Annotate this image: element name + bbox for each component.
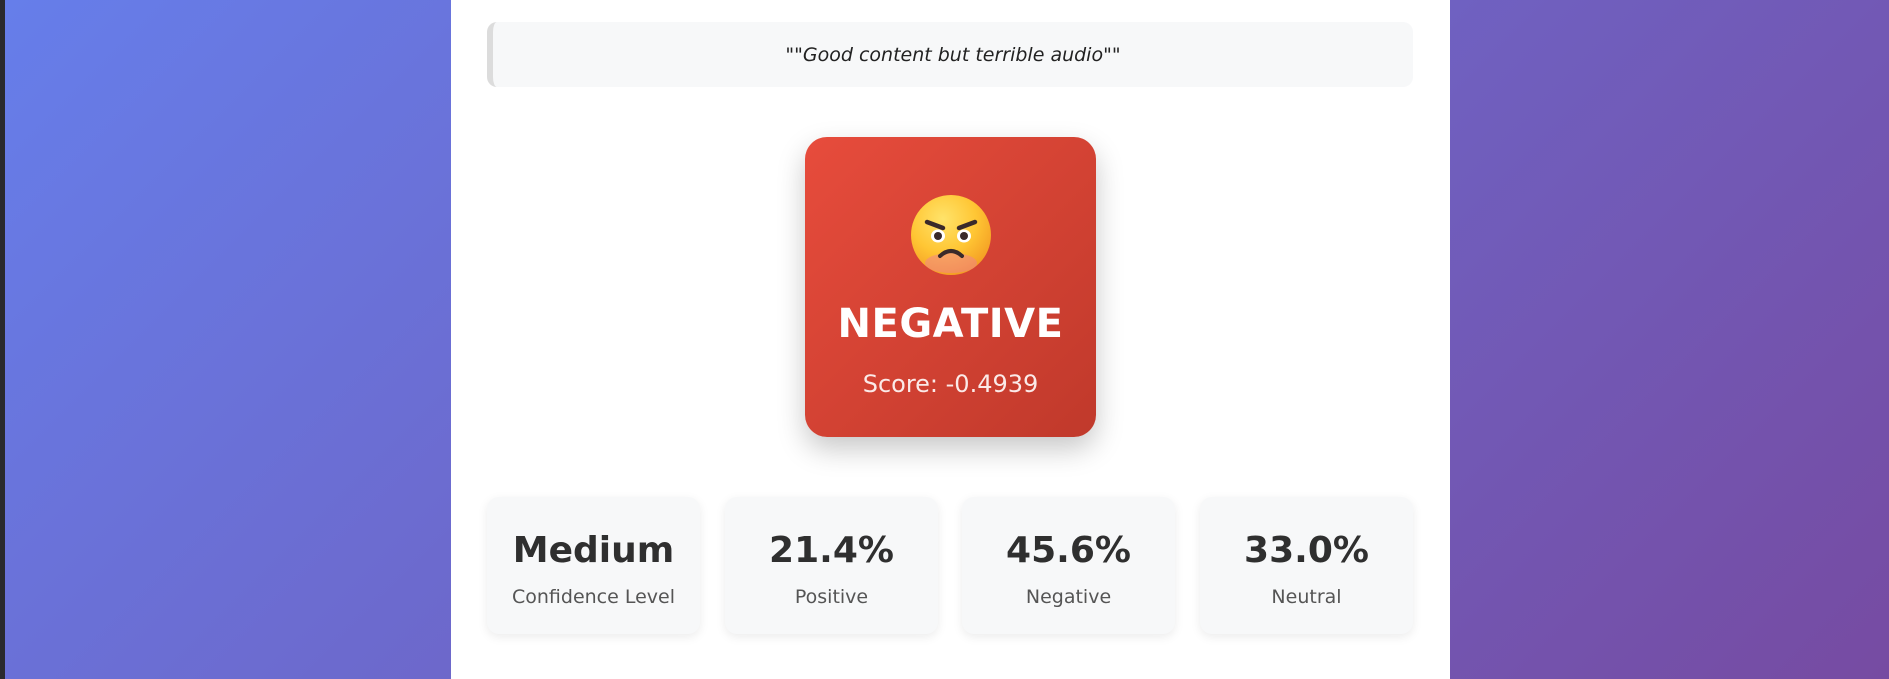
stat-value: 45.6%	[1006, 530, 1131, 571]
window-edge	[0, 0, 5, 679]
angry-face-icon	[911, 195, 991, 275]
stat-label: Confidence Level	[511, 586, 676, 608]
stat-value: Medium	[512, 530, 675, 571]
quote-text: ""Good content but terrible audio""	[785, 43, 1121, 66]
sentiment-result-card: NEGATIVE Score: -0.4939	[805, 137, 1096, 437]
stat-label: Neutral	[1271, 586, 1342, 608]
stat-label: Positive	[794, 586, 869, 608]
stat-label: Negative	[1025, 586, 1112, 608]
stat-card-positive: 21.4% Positive	[725, 497, 938, 634]
analyzed-text-quote: ""Good content but terrible audio""	[487, 22, 1413, 87]
sentiment-score: Score: -0.4939	[862, 370, 1039, 398]
stat-card-neutral: 33.0% Neutral	[1200, 497, 1413, 634]
stat-card-negative: 45.6% Negative	[962, 497, 1175, 634]
stat-value: 21.4%	[769, 530, 894, 571]
stat-card-confidence: Medium Confidence Level	[487, 497, 700, 634]
sentiment-label: NEGATIVE	[837, 301, 1064, 347]
stat-value: 33.0%	[1244, 530, 1369, 571]
results-panel: ""Good content but terrible audio"" NEGA…	[451, 0, 1450, 679]
